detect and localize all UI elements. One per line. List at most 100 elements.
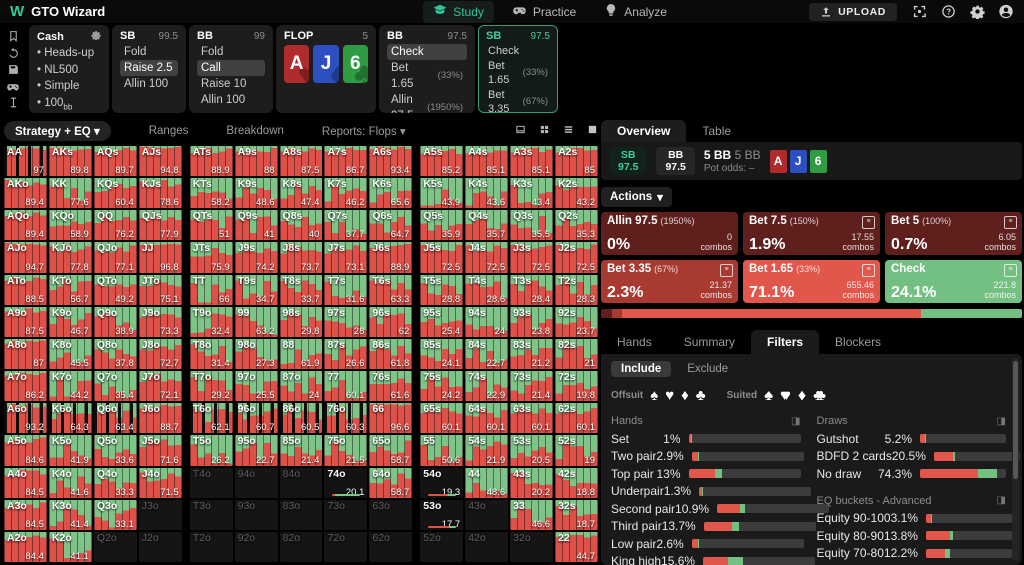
hand-cell-ATs[interactable]: ATs88.9 (190, 146, 233, 176)
hand-cell-J5s[interactable]: J5s72.5 (420, 242, 463, 272)
hand-cell-74s[interactable]: 74s22.9 (465, 371, 508, 401)
note-icon[interactable]: ≡ (1004, 264, 1017, 277)
hand-cell-97o[interactable]: 97o25.5 (235, 371, 278, 401)
hand-cell-J5o[interactable]: J5o71.6 (139, 435, 182, 465)
note-icon[interactable]: ≡ (862, 264, 875, 277)
hand-cell-64o[interactable]: 64o58.7 (369, 468, 412, 498)
hand-cell-T2s[interactable]: T2s28.3 (555, 275, 598, 305)
hand-cell-A2s[interactable]: A2s85 (555, 146, 598, 176)
action-card-allin-97-5[interactable]: Allin 97.5(1950%)0%0combos (601, 212, 738, 255)
hand-cell-A7o[interactable]: A7o86.2 (4, 371, 47, 401)
section-toggle-icon[interactable]: ◨ (791, 416, 800, 427)
hand-cell-K4s[interactable]: K4s43.6 (465, 178, 508, 208)
hand-cell-J6o[interactable]: J6o88.7 (139, 403, 182, 433)
hand-cell-99[interactable]: 9963.2 (235, 307, 278, 337)
settings-icon[interactable] (969, 4, 985, 20)
history-action[interactable]: Bet 1.65(33%) (387, 60, 467, 92)
hand-cell-A4s[interactable]: A4s85.1 (465, 146, 508, 176)
tab-summary[interactable]: Summary (668, 330, 751, 354)
view-select[interactable]: Strategy + EQ ▾ (4, 121, 111, 141)
hand-cell-QQ[interactable]: QQ76.2 (94, 210, 137, 240)
hand-cell-96o[interactable]: 96o60.7 (235, 403, 278, 433)
hand-cell-A6o[interactable]: A6o93.2 (4, 403, 47, 433)
hand-cell-T6s[interactable]: T6s63.3 (369, 275, 412, 305)
hand-cell-62o[interactable]: 62o (369, 532, 412, 562)
hand-cell-73s[interactable]: 73s21.4 (510, 371, 553, 401)
hand-cell-76s[interactable]: 76s61.6 (369, 371, 412, 401)
history-action[interactable]: Allin 100 (120, 76, 178, 92)
history-panel-sb-flop[interactable]: SB97.5CheckBet 1.65(33%)Bet 3.35(67%)Bet… (478, 25, 558, 113)
history-action[interactable]: Check (387, 44, 467, 60)
hand-cell-88[interactable]: 8861.9 (280, 339, 323, 369)
hand-cell-AQo[interactable]: AQo89.4 (4, 210, 47, 240)
hand-cell-K3s[interactable]: K3s43.4 (510, 178, 553, 208)
help-icon[interactable] (940, 4, 956, 20)
hand-cell-96s[interactable]: 96s62 (369, 307, 412, 337)
hand-cell-A3s[interactable]: A3s85.1 (510, 146, 553, 176)
note-icon[interactable]: ≡ (720, 264, 733, 277)
hand-cell-85o[interactable]: 85o21.4 (280, 435, 323, 465)
hand-cell-Q9s[interactable]: Q9s41 (235, 210, 278, 240)
hand-cell-J7o[interactable]: J7o72.1 (139, 371, 182, 401)
nav-tab-practice[interactable]: Practice (502, 1, 586, 23)
hand-cell-A6s[interactable]: A6s93.4 (369, 146, 412, 176)
tab-table[interactable]: Table (686, 120, 747, 142)
hand-cell-A4o[interactable]: A4o84.5 (4, 468, 47, 498)
hand-cell-K8s[interactable]: K8s47.4 (280, 178, 323, 208)
hand-cell-T4s[interactable]: T4s28.6 (465, 275, 508, 305)
hand-cell-87s[interactable]: 87s26.6 (324, 339, 367, 369)
hand-cell-A3o[interactable]: A3o84.5 (4, 500, 47, 530)
hand-cell-KJs[interactable]: KJs78.6 (139, 178, 182, 208)
hand-cell-65o[interactable]: 65o58.7 (369, 435, 412, 465)
grid-view-icon[interactable] (539, 124, 550, 138)
bookmark-icon[interactable] (6, 30, 20, 44)
panel-view-icon[interactable] (515, 124, 526, 138)
hand-cell-J3o[interactable]: J3o (139, 500, 182, 530)
hand-cell-Q6o[interactable]: Q6o63.4 (94, 403, 137, 433)
cash-settings-panel[interactable]: Cash• Heads-up• NL500• Simple• 100bb (29, 25, 109, 113)
hand-cell-64s[interactable]: 64s60.1 (465, 403, 508, 433)
hand-cell-66[interactable]: 6696.6 (369, 403, 412, 433)
hand-cell-QTo[interactable]: QTo49.2 (94, 275, 137, 305)
history-icon[interactable] (6, 47, 20, 61)
hand-cell-83o[interactable]: 83o (280, 500, 323, 530)
pot-odds[interactable]: Pot odds: – (704, 163, 761, 174)
hand-cell-T7s[interactable]: T7s31.6 (324, 275, 367, 305)
hand-cell-T6o[interactable]: T6o62.1 (190, 403, 233, 433)
hand-cell-AJo[interactable]: AJo94.7 (4, 242, 47, 272)
hand-cell-98o[interactable]: 98o27.3 (235, 339, 278, 369)
history-panel-sb-preflop[interactable]: SB99.5FoldRaise 2.5Allin 100 (112, 25, 186, 113)
hand-cell-T8s[interactable]: T8s33.7 (280, 275, 323, 305)
hand-cell-42o[interactable]: 42o (465, 532, 508, 562)
hand-cell-A8s[interactable]: A8s87.5 (280, 146, 323, 176)
hand-cell-86s[interactable]: 86s61.8 (369, 339, 412, 369)
hand-cell-95s[interactable]: 95s25.4 (420, 307, 463, 337)
section-toggle-icon[interactable]: ◨ (997, 416, 1006, 427)
hand-cell-84s[interactable]: 84s22.7 (465, 339, 508, 369)
hand-cell-94s[interactable]: 94s24 (465, 307, 508, 337)
action-card-bet-5[interactable]: Bet 5(100%)≡0.7%6.05combos (885, 212, 1022, 255)
hand-cell-J9s[interactable]: J9s74.2 (235, 242, 278, 272)
hand-cell-K6o[interactable]: K6o64.3 (49, 403, 92, 433)
hand-cell-83s[interactable]: 83s21.2 (510, 339, 553, 369)
hand-cell-KTs[interactable]: KTs58.2 (190, 178, 233, 208)
hand-cell-A9s[interactable]: A9s88 (235, 146, 278, 176)
hand-cell-A7s[interactable]: A7s86.7 (324, 146, 367, 176)
hand-cell-84o[interactable]: 84o (280, 468, 323, 498)
hand-cell-QTs[interactable]: QTs51 (190, 210, 233, 240)
hand-cell-87o[interactable]: 87o24 (280, 371, 323, 401)
hand-cell-Q8o[interactable]: Q8o37.8 (94, 339, 137, 369)
avatar-icon[interactable] (998, 4, 1014, 20)
hand-cell-86o[interactable]: 86o60.5 (280, 403, 323, 433)
history-action[interactable]: Allin 97.5(1950%) (387, 92, 467, 113)
hand-cell-32s[interactable]: 32s18.7 (555, 500, 598, 530)
history-action[interactable]: Fold (197, 44, 265, 60)
hand-cell-K6s[interactable]: K6s65.6 (369, 178, 412, 208)
ibeam-icon[interactable] (6, 96, 20, 110)
hand-cell-94o[interactable]: 94o (235, 468, 278, 498)
hand-cell-AKo[interactable]: AKo89.4 (4, 178, 47, 208)
hand-cell-J8o[interactable]: J8o72.7 (139, 339, 182, 369)
hand-cell-K8o[interactable]: K8o45.5 (49, 339, 92, 369)
hand-cell-A5s[interactable]: A5s85.2 (420, 146, 463, 176)
exclude-button[interactable]: Exclude (677, 361, 738, 377)
